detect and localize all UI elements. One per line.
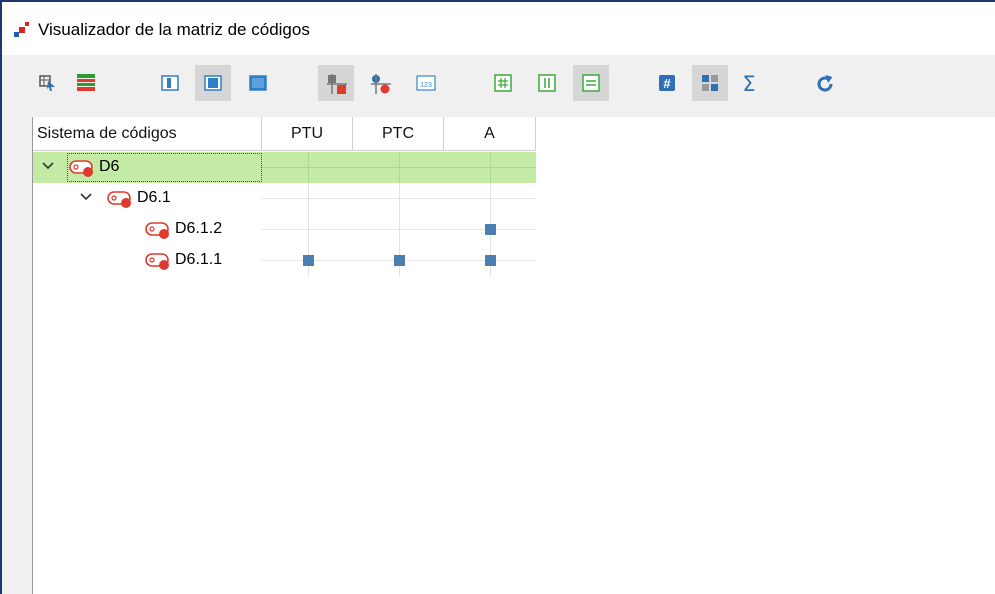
column-header-a[interactable]: A (444, 117, 536, 151)
chevron-down-icon[interactable] (41, 159, 55, 173)
refresh-icon (817, 75, 833, 92)
columns-button[interactable] (529, 65, 565, 101)
select-cursor-icon (39, 75, 55, 91)
refresh-button[interactable] (806, 65, 842, 101)
matrix-cells (262, 183, 536, 214)
column-header-ptc[interactable]: PTC (353, 117, 444, 151)
tree-row-label: D6.1.2 (175, 220, 223, 237)
column-midline (308, 152, 309, 183)
chevron-down-icon[interactable] (79, 190, 93, 204)
toolbar: 123 # Σ (2, 55, 995, 117)
color-rows-icon (77, 74, 95, 91)
color-rows-button[interactable] (68, 65, 104, 101)
matrix-square-marker[interactable] (485, 255, 496, 266)
matrix-square-marker[interactable] (485, 224, 496, 235)
left-panel-edge (2, 117, 32, 594)
column-midline (490, 152, 491, 183)
focus-outline (67, 153, 262, 182)
numbers-button[interactable]: 123 (407, 65, 443, 101)
matrix-square-marker[interactable] (303, 255, 314, 266)
tree-row[interactable]: D6.1.1 (33, 245, 536, 276)
tree-row-label: D6.1.1 (175, 251, 223, 268)
header-code-system[interactable]: Sistema de códigos (33, 117, 262, 151)
matrix-square-marker[interactable] (394, 255, 405, 266)
code-tag-icon (69, 160, 93, 177)
column-midline (308, 214, 309, 245)
layout-left-icon (161, 75, 179, 91)
matrix-cells (262, 245, 536, 276)
svg-text:#: # (663, 76, 671, 91)
layout-left-button[interactable] (152, 65, 188, 101)
title-bar: Visualizador de la matriz de códigos (2, 2, 995, 55)
layout-full-icon (249, 75, 267, 91)
matrix-icon (702, 75, 718, 91)
matrix-cells (262, 152, 536, 183)
tree-row[interactable]: D6.1.2 (33, 214, 536, 245)
app-logo-icon (14, 22, 29, 37)
window-title: Visualizador de la matriz de códigos (38, 20, 310, 39)
layout-center-button[interactable] (195, 65, 231, 101)
column-midline (308, 183, 309, 214)
tree-row-label: D6.1 (137, 189, 171, 206)
tree-row[interactable]: D6 (33, 152, 536, 183)
column-midline (490, 183, 491, 214)
select-cursor-button[interactable] (30, 65, 66, 101)
grid-hash-icon (494, 74, 512, 92)
tree-row-label: D6 (99, 158, 120, 175)
hash-count-button[interactable]: # (649, 65, 685, 101)
sigma-button[interactable]: Σ (730, 65, 766, 101)
squares-symbol-button[interactable] (318, 65, 354, 101)
column-midline (399, 152, 400, 183)
column-midline (399, 214, 400, 245)
rows-button[interactable] (573, 65, 609, 101)
hash-count-icon: # (659, 75, 675, 91)
svg-text:Σ: Σ (742, 74, 755, 94)
columns-icon (538, 74, 556, 92)
rows-icon (582, 74, 600, 92)
code-tag-icon (107, 191, 131, 208)
numbers-123-icon: 123 (416, 75, 436, 91)
sigma-icon: Σ (742, 74, 755, 94)
code-tag-icon (145, 222, 169, 239)
grid-hash-button[interactable] (485, 65, 521, 101)
squares-symbol-icon (327, 74, 347, 94)
layout-center-icon (204, 75, 222, 91)
tree-row[interactable]: D6.1 (33, 183, 536, 214)
code-matrix-grid: Sistema de códigos PTU PTC A D6 D6.1 D6.1.… (32, 117, 995, 594)
column-header-ptu[interactable]: PTU (262, 117, 353, 151)
code-tag-icon (145, 253, 169, 270)
svg-text:123: 123 (420, 82, 432, 89)
circles-symbol-button[interactable] (362, 65, 398, 101)
column-midline (399, 183, 400, 214)
matrix-cells (262, 214, 536, 245)
layout-full-button[interactable] (240, 65, 276, 101)
circles-symbol-icon (371, 74, 391, 94)
matrix-button[interactable] (692, 65, 728, 101)
